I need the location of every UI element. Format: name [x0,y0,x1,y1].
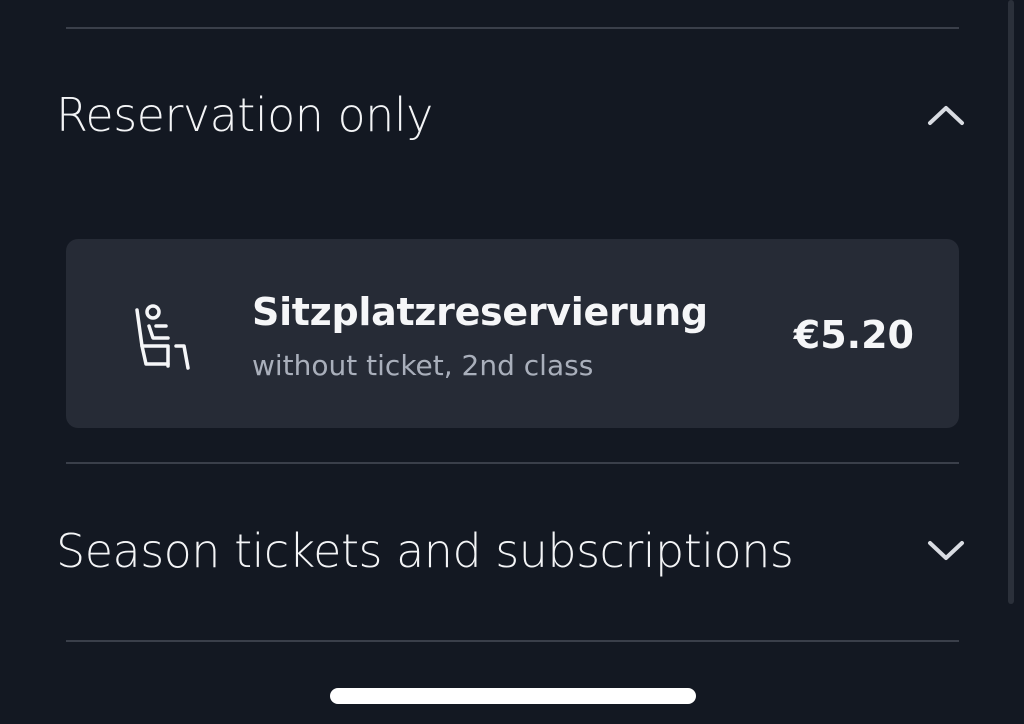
item-price: €5.20 [793,313,914,357]
section-title: Season tickets and subscriptions [56,524,794,578]
scrollbar[interactable] [1008,0,1014,604]
seat-reservation-icon [128,300,194,372]
chevron-down-icon[interactable] [926,531,966,571]
item-subtitle: without ticket, 2nd class [252,349,594,382]
chevron-up-icon[interactable] [926,95,966,135]
section-title: Reservation only [56,88,433,142]
divider-middle [66,462,959,464]
home-indicator[interactable] [330,688,696,704]
divider-top [66,27,959,29]
divider-bottom [66,640,959,642]
section-header-reservation-only[interactable]: Reservation only [56,88,966,142]
screen: Reservation only Sitzplatzreservierung w… [0,0,1024,724]
section-header-season-tickets[interactable]: Season tickets and subscriptions [56,524,966,578]
item-title: Sitzplatzreservierung [252,290,708,334]
